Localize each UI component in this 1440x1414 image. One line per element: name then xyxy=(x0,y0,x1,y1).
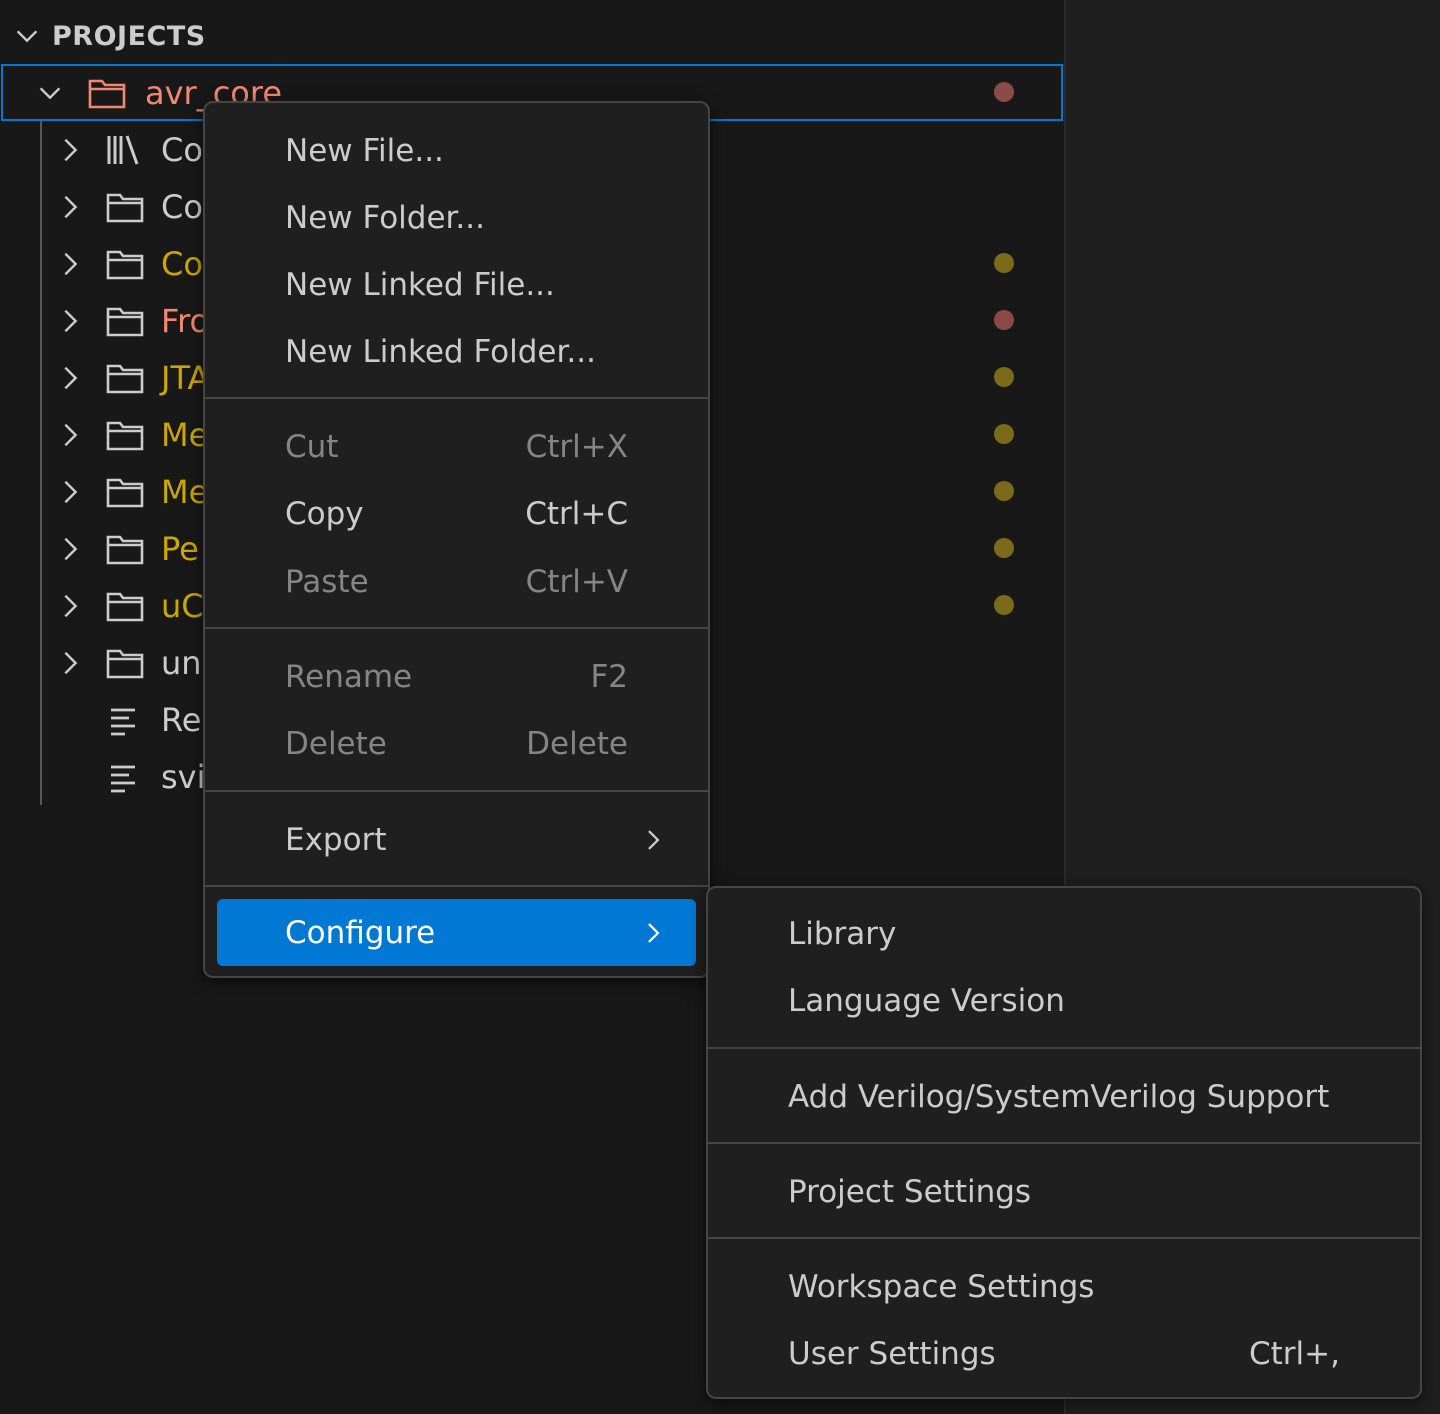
menu-separator xyxy=(205,627,708,629)
menu-item-label: New File... xyxy=(285,132,444,169)
menu-item-new-linked-file[interactable]: New Linked File... xyxy=(217,251,696,318)
folder-icon xyxy=(106,478,144,507)
modified-dot xyxy=(994,82,1014,102)
menu-item-rename[interactable]: Rename F2 xyxy=(217,643,696,710)
menu-item-label: Configure xyxy=(285,914,436,951)
menu-item-add-verilog-support[interactable]: Add Verilog/SystemVerilog Support xyxy=(720,1063,1408,1130)
menu-item-paste[interactable]: Paste Ctrl+V xyxy=(217,548,696,615)
menu-item-shortcut: Ctrl+X xyxy=(525,428,628,465)
chevron-right-icon[interactable] xyxy=(55,648,85,678)
chevron-right-icon[interactable] xyxy=(55,534,85,564)
modified-dot xyxy=(994,367,1014,387)
menu-separator xyxy=(708,1237,1420,1239)
tree-item-label: Co xyxy=(161,244,203,283)
tree-item-label: Co xyxy=(161,130,203,169)
menu-item-label: Export xyxy=(285,821,387,858)
projects-section-header[interactable]: PROJECTS xyxy=(0,10,206,62)
menu-item-label: Rename xyxy=(285,658,413,695)
menu-separator xyxy=(708,1047,1420,1049)
menu-item-shortcut: Ctrl+V xyxy=(525,563,628,600)
chevron-right-icon[interactable] xyxy=(55,477,85,507)
menu-item-copy[interactable]: Copy Ctrl+C xyxy=(217,480,696,547)
configure-submenu: Library Language Version Add Verilog/Sys… xyxy=(706,886,1422,1399)
menu-item-workspace-settings[interactable]: Workspace Settings xyxy=(720,1253,1408,1320)
modified-dot xyxy=(994,253,1014,273)
modified-dot xyxy=(994,481,1014,501)
chevron-right-icon[interactable] xyxy=(55,420,85,450)
chevron-right-icon[interactable] xyxy=(55,306,85,336)
folder-icon xyxy=(106,193,144,222)
menu-item-new-folder[interactable]: New Folder... xyxy=(217,184,696,251)
chevron-down-icon xyxy=(39,86,61,99)
menu-item-new-linked-folder[interactable]: New Linked Folder... xyxy=(217,318,696,385)
context-menu: New File... New Folder... New Linked Fil… xyxy=(203,101,710,978)
chevron-right-icon xyxy=(648,922,660,943)
menu-item-project-settings[interactable]: Project Settings xyxy=(720,1158,1408,1225)
menu-separator xyxy=(205,885,708,887)
modified-dot xyxy=(994,424,1014,444)
chevron-right-icon[interactable] xyxy=(55,591,85,621)
menu-item-label: Library xyxy=(788,915,897,952)
menu-item-cut[interactable]: Cut Ctrl+X xyxy=(217,413,696,480)
menu-item-label: Paste xyxy=(285,563,369,600)
folder-icon xyxy=(106,421,144,450)
tree-item-label: un xyxy=(161,643,202,682)
folder-icon xyxy=(106,649,144,678)
tree-item-label: Fro xyxy=(161,301,210,340)
folder-icon xyxy=(106,535,144,564)
chevron-down-icon xyxy=(16,30,38,43)
tree-item-label: svi xyxy=(161,757,206,796)
menu-item-delete[interactable]: Delete Delete xyxy=(217,710,696,777)
menu-item-new-file[interactable]: New File... xyxy=(217,117,696,184)
tree-item-label: Pe xyxy=(161,529,199,568)
menu-item-label: New Linked Folder... xyxy=(285,333,596,370)
menu-item-shortcut: Delete xyxy=(526,725,628,762)
chevron-right-icon xyxy=(648,829,660,850)
library-icon xyxy=(107,134,139,165)
menu-item-label: User Settings xyxy=(788,1335,996,1372)
chevron-right-icon[interactable] xyxy=(55,135,85,165)
file-lines-icon xyxy=(111,708,135,735)
tree-item-label: Co xyxy=(161,187,203,226)
menu-item-label: Cut xyxy=(285,428,339,465)
menu-separator xyxy=(205,790,708,792)
folder-icon xyxy=(106,307,144,336)
menu-item-label: Delete xyxy=(285,725,387,762)
menu-item-label: Add Verilog/SystemVerilog Support xyxy=(788,1078,1330,1115)
menu-separator xyxy=(205,397,708,399)
modified-dot xyxy=(994,310,1014,330)
menu-item-shortcut: Ctrl+C xyxy=(525,495,628,532)
menu-item-user-settings[interactable]: User Settings Ctrl+, xyxy=(720,1320,1408,1387)
menu-item-label: Language Version xyxy=(788,982,1065,1019)
menu-item-library[interactable]: Library xyxy=(720,900,1408,967)
folder-icon xyxy=(106,592,144,621)
menu-item-label: New Folder... xyxy=(285,199,485,236)
menu-item-label: Workspace Settings xyxy=(788,1268,1095,1305)
file-lines-icon xyxy=(111,765,135,792)
menu-item-shortcut: F2 xyxy=(590,658,628,695)
modified-dot xyxy=(994,538,1014,558)
folder-icon xyxy=(106,364,144,393)
section-title: PROJECTS xyxy=(52,20,206,52)
menu-item-label: Project Settings xyxy=(788,1173,1032,1210)
tree-item-label: Me xyxy=(161,415,209,454)
menu-item-language-version[interactable]: Language Version xyxy=(720,967,1408,1034)
menu-separator xyxy=(708,1142,1420,1144)
menu-item-label: New Linked File... xyxy=(285,266,555,303)
menu-item-export[interactable]: Export xyxy=(217,806,696,873)
modified-dot xyxy=(994,595,1014,615)
chevron-right-icon[interactable] xyxy=(55,363,85,393)
menu-item-configure[interactable]: Configure xyxy=(217,899,696,966)
tree-item-label: Re xyxy=(161,700,202,739)
tree-item-label: Me xyxy=(161,472,209,511)
chevron-right-icon[interactable] xyxy=(55,192,85,222)
menu-item-shortcut: Ctrl+, xyxy=(1249,1335,1340,1372)
folder-icon xyxy=(88,79,126,108)
menu-item-label: Copy xyxy=(285,495,364,532)
tree-item-label: uC xyxy=(161,586,204,625)
folder-icon xyxy=(106,250,144,279)
chevron-right-icon[interactable] xyxy=(55,249,85,279)
